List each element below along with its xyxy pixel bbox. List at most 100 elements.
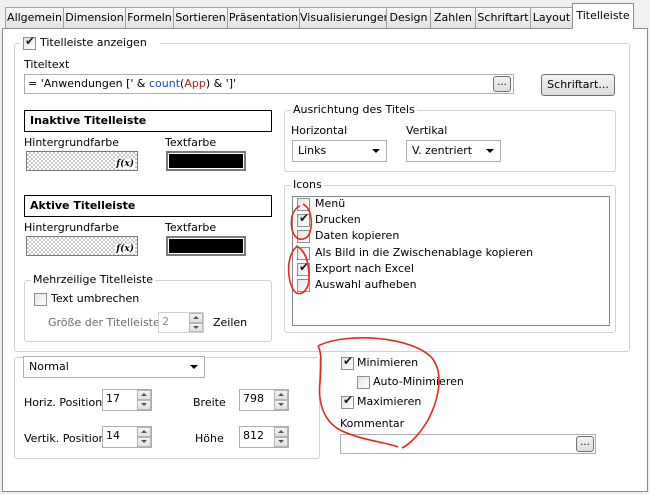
menu-icon-checkbox[interactable] (297, 198, 310, 211)
active-bg-color-button[interactable]: f(x) (26, 236, 138, 256)
spin-down-icon (141, 403, 147, 406)
maximize-checkbox[interactable]: ✔ (341, 393, 354, 409)
multiline-group: Mehrzeilige Titelleiste (24, 273, 272, 342)
horizontal-select[interactable]: Links (292, 140, 387, 162)
spin-up-icon (141, 430, 147, 433)
title-size-stepper[interactable]: 2 (158, 312, 204, 333)
comment-input[interactable] (340, 434, 596, 454)
check-icon: ✔ (24, 34, 36, 48)
title-expr-function: count (149, 77, 181, 90)
title-text-browse-button[interactable]: ... (493, 76, 511, 92)
title-size-label: Größe der Titelleiste (48, 316, 160, 329)
position-mode-value: Normal (29, 360, 69, 373)
tab-layout[interactable]: Layout (530, 7, 573, 28)
print-icon-checkbox[interactable]: ✔ (297, 211, 310, 227)
vertical-label: Vertikal (406, 124, 448, 137)
title-expr-suffix: ) & ']' (205, 77, 237, 90)
horizontal-label: Horizontal (291, 124, 348, 137)
tab-praesentation[interactable]: Präsentation (227, 7, 300, 28)
title-text-label: Titeltext (24, 58, 70, 71)
icon-item-label: Export nach Excel (315, 262, 414, 275)
spin-down-icon (278, 403, 284, 406)
tab-zahlen[interactable]: Zahlen (430, 7, 476, 28)
title-expr-field: App (184, 77, 206, 90)
title-size-value: 2 (162, 315, 169, 328)
position-mode-select[interactable]: Normal (23, 356, 205, 378)
tab-dimension[interactable]: Dimension (63, 7, 126, 28)
icon-item-label: Als Bild in die Zwischenablage kopieren (315, 246, 534, 259)
spin-up-icon (278, 430, 284, 433)
vert-position-stepper[interactable]: 14 (102, 426, 152, 448)
vertical-value: V. zentriert (412, 144, 473, 157)
spin-up-icon (278, 393, 284, 396)
active-text-color-button[interactable] (166, 236, 246, 256)
vert-position-label: Vertik. Position (24, 432, 106, 445)
title-expr-prefix: = 'Anwendungen [' & (28, 77, 149, 90)
horiz-position-label: Horiz. Position (24, 396, 103, 409)
spin-up-icon (193, 316, 199, 319)
show-title-checkbox[interactable]: ✔ (23, 34, 36, 50)
show-title-label: Titelleiste anzeigen (40, 36, 147, 49)
check-icon: ✔ (342, 393, 354, 407)
height-label: Höhe (195, 432, 224, 445)
tab-formeln[interactable]: Formeln (125, 7, 174, 28)
font-button[interactable]: Schriftart... (541, 74, 615, 96)
copy-image-checkbox[interactable] (297, 247, 310, 260)
inactive-bg-color-button[interactable]: f(x) (26, 151, 138, 171)
tab-design[interactable]: Design (386, 7, 431, 28)
auto-minimize-checkbox[interactable] (357, 376, 370, 389)
icon-item-label: Drucken (315, 213, 361, 226)
tab-titelleiste[interactable]: Titelleiste (572, 3, 634, 29)
tab-sortieren[interactable]: Sortieren (173, 7, 228, 28)
tab-visualisierungen[interactable]: Visualisierungen (299, 7, 387, 28)
export-excel-checkbox[interactable]: ✔ (297, 260, 310, 276)
height-value: 812 (243, 429, 264, 442)
minimize-checkbox[interactable]: ✔ (341, 355, 354, 370)
check-icon: ✔ (298, 211, 310, 225)
vert-position-value: 14 (106, 429, 120, 442)
chevron-down-icon (486, 149, 494, 153)
spin-up-icon (141, 393, 147, 396)
horizontal-value: Links (298, 144, 327, 157)
auto-minimize-label: Auto-Minimieren (373, 375, 464, 388)
spin-down-icon (278, 440, 284, 443)
maximize-label: Maximieren (357, 395, 422, 408)
chevron-down-icon (190, 365, 198, 369)
wrap-text-checkbox[interactable] (34, 293, 47, 306)
tab-schriftart[interactable]: Schriftart (475, 7, 531, 28)
title-text-input[interactable]: = 'Anwendungen [' & count(App) & ']' (24, 74, 514, 94)
icon-item-label: Daten kopieren (315, 229, 400, 242)
wrap-text-label: Text umbrechen (51, 292, 140, 305)
copy-data-checkbox[interactable] (297, 230, 310, 243)
clear-selection-checkbox[interactable] (297, 279, 310, 292)
horiz-position-value: 17 (106, 392, 120, 405)
check-icon: ✔ (298, 260, 310, 274)
alignment-legend: Ausrichtung des Titels (291, 103, 417, 117)
inactive-title-heading: Inaktive Titelleiste (24, 110, 272, 132)
lines-label: Zeilen (213, 316, 248, 329)
vertical-select[interactable]: V. zentriert (406, 140, 501, 162)
horiz-position-stepper[interactable]: 17 (102, 389, 152, 411)
icon-item-label: Menü (315, 197, 346, 210)
icon-item-label: Auswahl aufheben (315, 278, 417, 291)
active-text-label: Textfarbe (165, 221, 217, 234)
inactive-text-label: Textfarbe (165, 136, 217, 149)
spin-down-icon (141, 440, 147, 443)
inactive-text-color-button[interactable] (166, 151, 246, 171)
chevron-down-icon (372, 149, 380, 153)
active-bg-label: Hintergrundfarbe (24, 221, 120, 234)
width-value: 798 (243, 392, 264, 405)
icons-legend: Icons (291, 178, 324, 192)
formula-icon: f(x) (115, 159, 135, 169)
inactive-bg-label: Hintergrundfarbe (24, 136, 120, 149)
active-title-heading: Aktive Titelleiste (24, 195, 272, 217)
comment-browse-button[interactable]: ... (576, 436, 594, 452)
width-stepper[interactable]: 798 (239, 389, 289, 411)
comment-label: Kommentar (340, 417, 405, 430)
height-stepper[interactable]: 812 (239, 426, 289, 448)
multiline-legend: Mehrzeilige Titelleiste (31, 273, 155, 287)
icons-list[interactable]: Menü ✔ Drucken Daten kopieren Als Bild i… (292, 196, 610, 326)
tab-allgemein[interactable]: Allgemein (5, 7, 64, 28)
width-label: Breite (193, 396, 226, 409)
minimize-label: Minimieren (357, 356, 419, 369)
